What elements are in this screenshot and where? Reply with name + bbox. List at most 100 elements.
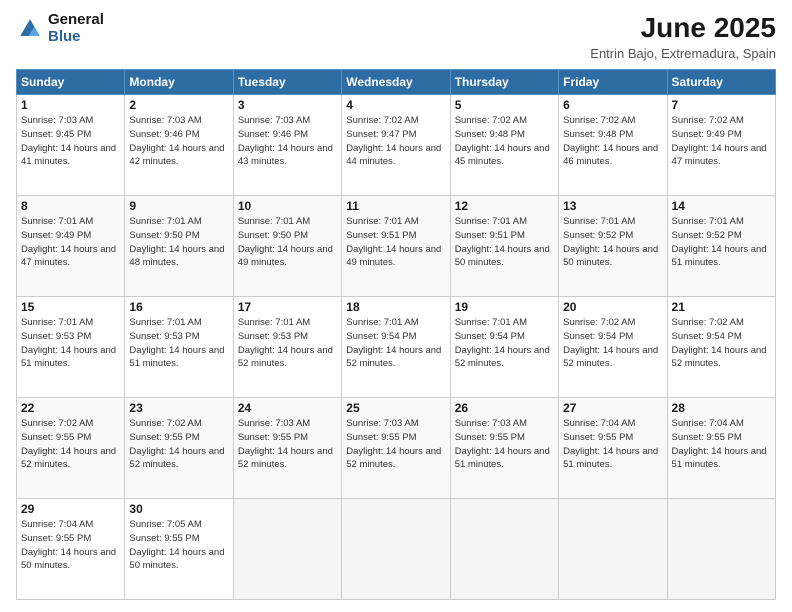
cell-info: Sunrise: 7:02 AMSunset: 9:54 PMDaylight:… <box>563 316 662 371</box>
day-number: 29 <box>21 502 120 516</box>
logo-line1: General <box>48 12 104 29</box>
calendar-cell: 4 Sunrise: 7:02 AMSunset: 9:47 PMDaylight… <box>342 95 450 196</box>
calendar-cell: 18 Sunrise: 7:01 AMSunset: 9:54 PMDayligh… <box>342 297 450 398</box>
calendar-cell <box>342 499 450 600</box>
cell-info: Sunrise: 7:03 AMSunset: 9:46 PMDaylight:… <box>129 114 228 169</box>
day-number: 19 <box>455 300 554 314</box>
header-thursday: Thursday <box>450 70 558 95</box>
header-sunday: Sunday <box>17 70 125 95</box>
cell-info: Sunrise: 7:03 AMSunset: 9:55 PMDaylight:… <box>346 417 445 472</box>
calendar-week-row: 8 Sunrise: 7:01 AMSunset: 9:49 PMDaylight… <box>17 196 776 297</box>
calendar-cell: 12 Sunrise: 7:01 AMSunset: 9:51 PMDayligh… <box>450 196 558 297</box>
calendar-cell: 24Sunrise: 7:03 AMSunset: 9:55 PMDayligh… <box>233 398 341 499</box>
header-monday: Monday <box>125 70 233 95</box>
cell-info: Sunrise: 7:01 AMSunset: 9:54 PMDaylight:… <box>455 316 554 371</box>
calendar-cell: 13 Sunrise: 7:01 AMSunset: 9:52 PMDayligh… <box>559 196 667 297</box>
day-number: 12 <box>455 199 554 213</box>
cell-info: Sunrise: 7:01 AMSunset: 9:53 PMDaylight:… <box>129 316 228 371</box>
calendar-cell: 19 Sunrise: 7:01 AMSunset: 9:54 PMDayligh… <box>450 297 558 398</box>
cell-info: Sunrise: 7:01 AMSunset: 9:54 PMDaylight:… <box>346 316 445 371</box>
calendar-cell: 14 Sunrise: 7:01 AMSunset: 9:52 PMDayligh… <box>667 196 775 297</box>
day-number: 20 <box>563 300 662 314</box>
calendar-cell: 5 Sunrise: 7:02 AMSunset: 9:48 PMDaylight… <box>450 95 558 196</box>
cell-info: Sunrise: 7:05 AMSunset: 9:55 PMDaylight:… <box>129 518 228 573</box>
day-number: 10 <box>238 199 337 213</box>
calendar-week-row: 1 Sunrise: 7:03 AMSunset: 9:45 PMDaylight… <box>17 95 776 196</box>
page: General Blue June 2025 Entrin Bajo, Extr… <box>0 0 792 612</box>
cell-info: Sunrise: 7:04 AMSunset: 9:55 PMDaylight:… <box>672 417 771 472</box>
cell-info: Sunrise: 7:01 AMSunset: 9:50 PMDaylight:… <box>238 215 337 270</box>
day-number: 18 <box>346 300 445 314</box>
title-area: June 2025 Entrin Bajo, Extremadura, Spai… <box>590 12 776 61</box>
calendar-cell: 17Sunrise: 7:01 AMSunset: 9:53 PMDayligh… <box>233 297 341 398</box>
day-number: 22 <box>21 401 120 415</box>
day-number: 28 <box>672 401 771 415</box>
calendar-cell <box>667 499 775 600</box>
calendar-cell: 26Sunrise: 7:03 AMSunset: 9:55 PMDayligh… <box>450 398 558 499</box>
cell-info: Sunrise: 7:03 AMSunset: 9:55 PMDaylight:… <box>238 417 337 472</box>
calendar-cell: 23 Sunrise: 7:02 AMSunset: 9:55 PMDayligh… <box>125 398 233 499</box>
cell-info: Sunrise: 7:02 AMSunset: 9:48 PMDaylight:… <box>563 114 662 169</box>
day-number: 2 <box>129 98 228 112</box>
calendar-cell: 1 Sunrise: 7:03 AMSunset: 9:45 PMDaylight… <box>17 95 125 196</box>
cell-info: Sunrise: 7:01 AMSunset: 9:50 PMDaylight:… <box>129 215 228 270</box>
calendar-cell: 6 Sunrise: 7:02 AMSunset: 9:48 PMDaylight… <box>559 95 667 196</box>
cell-info: Sunrise: 7:02 AMSunset: 9:55 PMDaylight:… <box>129 417 228 472</box>
cell-info: Sunrise: 7:01 AMSunset: 9:52 PMDaylight:… <box>563 215 662 270</box>
cell-info: Sunrise: 7:01 AMSunset: 9:51 PMDaylight:… <box>346 215 445 270</box>
cell-info: Sunrise: 7:03 AMSunset: 9:46 PMDaylight:… <box>238 114 337 169</box>
calendar-week-row: 29 Sunrise: 7:04 AMSunset: 9:55 PMDayligh… <box>17 499 776 600</box>
day-number: 11 <box>346 199 445 213</box>
calendar-cell: 27Sunrise: 7:04 AMSunset: 9:55 PMDayligh… <box>559 398 667 499</box>
calendar-cell: 7Sunrise: 7:02 AMSunset: 9:49 PMDaylight… <box>667 95 775 196</box>
header-saturday: Saturday <box>667 70 775 95</box>
day-number: 4 <box>346 98 445 112</box>
cell-info: Sunrise: 7:01 AMSunset: 9:49 PMDaylight:… <box>21 215 120 270</box>
logo-text: General Blue <box>48 12 104 45</box>
logo-line2: Blue <box>48 29 104 46</box>
cell-info: Sunrise: 7:04 AMSunset: 9:55 PMDaylight:… <box>21 518 120 573</box>
calendar-cell: 29 Sunrise: 7:04 AMSunset: 9:55 PMDayligh… <box>17 499 125 600</box>
calendar-cell: 22 Sunrise: 7:02 AMSunset: 9:55 PMDayligh… <box>17 398 125 499</box>
day-number: 3 <box>238 98 337 112</box>
day-number: 8 <box>21 199 120 213</box>
cell-info: Sunrise: 7:03 AMSunset: 9:55 PMDaylight:… <box>455 417 554 472</box>
day-number: 17 <box>238 300 337 314</box>
calendar-cell: 3 Sunrise: 7:03 AMSunset: 9:46 PMDaylight… <box>233 95 341 196</box>
day-number: 6 <box>563 98 662 112</box>
day-number: 1 <box>21 98 120 112</box>
calendar-cell: 15 Sunrise: 7:01 AMSunset: 9:53 PMDayligh… <box>17 297 125 398</box>
cell-info: Sunrise: 7:02 AMSunset: 9:48 PMDaylight:… <box>455 114 554 169</box>
cell-info: Sunrise: 7:01 AMSunset: 9:51 PMDaylight:… <box>455 215 554 270</box>
cell-info: Sunrise: 7:02 AMSunset: 9:55 PMDaylight:… <box>21 417 120 472</box>
calendar-cell: 9Sunrise: 7:01 AMSunset: 9:50 PMDaylight… <box>125 196 233 297</box>
header-wednesday: Wednesday <box>342 70 450 95</box>
cell-info: Sunrise: 7:01 AMSunset: 9:53 PMDaylight:… <box>21 316 120 371</box>
day-number: 14 <box>672 199 771 213</box>
cell-info: Sunrise: 7:02 AMSunset: 9:54 PMDaylight:… <box>672 316 771 371</box>
calendar-table: Sunday Monday Tuesday Wednesday Thursday… <box>16 69 776 600</box>
day-number: 5 <box>455 98 554 112</box>
day-number: 27 <box>563 401 662 415</box>
location-subtitle: Entrin Bajo, Extremadura, Spain <box>590 46 776 61</box>
calendar-cell: 11 Sunrise: 7:01 AMSunset: 9:51 PMDayligh… <box>342 196 450 297</box>
calendar-cell <box>233 499 341 600</box>
calendar-cell: 2 Sunrise: 7:03 AMSunset: 9:46 PMDaylight… <box>125 95 233 196</box>
day-number: 13 <box>563 199 662 213</box>
weekday-header-row: Sunday Monday Tuesday Wednesday Thursday… <box>17 70 776 95</box>
calendar-cell: 30Sunrise: 7:05 AMSunset: 9:55 PMDayligh… <box>125 499 233 600</box>
calendar-cell: 28 Sunrise: 7:04 AMSunset: 9:55 PMDayligh… <box>667 398 775 499</box>
month-title: June 2025 <box>590 12 776 44</box>
cell-info: Sunrise: 7:03 AMSunset: 9:45 PMDaylight:… <box>21 114 120 169</box>
cell-info: Sunrise: 7:01 AMSunset: 9:52 PMDaylight:… <box>672 215 771 270</box>
day-number: 23 <box>129 401 228 415</box>
day-number: 25 <box>346 401 445 415</box>
calendar-cell <box>559 499 667 600</box>
day-number: 16 <box>129 300 228 314</box>
calendar-cell: 25 Sunrise: 7:03 AMSunset: 9:55 PMDayligh… <box>342 398 450 499</box>
logo: General Blue <box>16 12 104 45</box>
cell-info: Sunrise: 7:02 AMSunset: 9:47 PMDaylight:… <box>346 114 445 169</box>
day-number: 15 <box>21 300 120 314</box>
calendar-week-row: 22 Sunrise: 7:02 AMSunset: 9:55 PMDayligh… <box>17 398 776 499</box>
calendar-cell: 21Sunrise: 7:02 AMSunset: 9:54 PMDayligh… <box>667 297 775 398</box>
